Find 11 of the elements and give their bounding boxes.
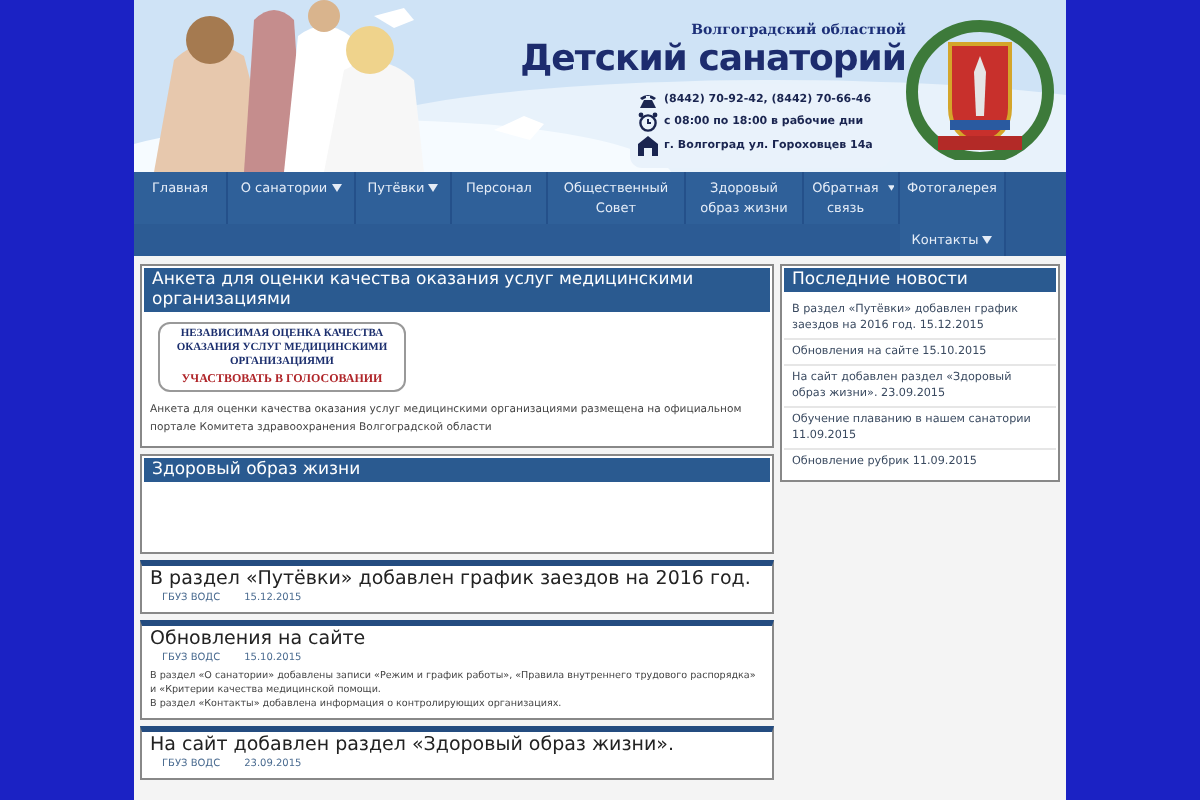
site-title: Детский санаторий xyxy=(520,38,906,82)
building-icon xyxy=(638,136,658,156)
post-title[interactable]: На сайт добавлен раздел «Здоровый образ жизни». xyxy=(150,734,764,758)
card-title: Последние новости xyxy=(784,268,1056,292)
phone-icon xyxy=(638,92,658,108)
post-title[interactable]: В раздел «Путёвки» добавлен график заездов на 2016 год. xyxy=(150,568,764,592)
card-title: Анкета для оценки качества оказания услуг медицинскими организациями xyxy=(144,268,770,312)
post-title[interactable]: Обновления на сайте xyxy=(150,628,764,652)
card-title: Здоровый образ жизни xyxy=(144,458,770,482)
coat-of-arms-icon xyxy=(906,16,1054,160)
alarm-clock-icon xyxy=(638,112,658,132)
